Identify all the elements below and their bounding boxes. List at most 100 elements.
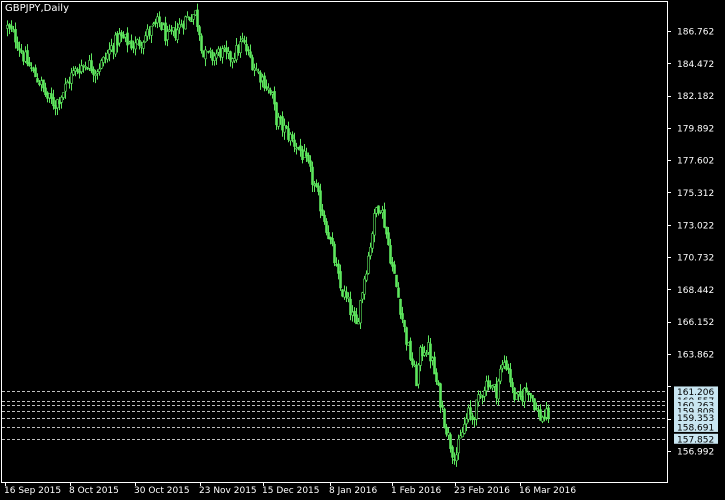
bull-candle [475,399,478,420]
bull-candle [455,454,458,462]
bear-candle [10,25,13,30]
bull-candle [66,81,69,84]
bull-candle [74,68,77,72]
bull-candle [72,70,75,75]
y-tick-label: 156.992 [677,447,714,457]
bull-candle [255,69,258,71]
bull-candle [194,10,197,16]
bull-candle [102,57,105,63]
bear-candle [401,313,404,320]
bear-candle [433,356,436,375]
bear-candle [116,33,119,46]
bull-candle [110,45,113,51]
bull-candle [144,35,147,43]
bull-candle [140,46,143,48]
bear-candle [399,299,402,315]
bull-candle [88,60,91,69]
chart-window[interactable]: GBPJPY,Daily 186.762 184.472 182.182 179.89… [0,0,725,500]
bear-candle [20,50,23,53]
bear-candle [158,16,161,22]
y-tick-label: 173.022 [677,221,714,231]
bear-candle [34,67,37,78]
bear-candle [243,40,246,43]
bull-candle [152,23,155,26]
bull-candle [363,278,366,295]
bear-candle [529,392,532,396]
bear-candle [86,67,89,70]
bull-candle [172,27,175,32]
bull-candle [108,49,111,55]
bear-candle [225,47,228,53]
bear-candle [333,243,336,264]
bull-candle [277,117,280,127]
bear-candle [18,48,21,51]
bull-candle [499,368,502,382]
bull-candle [497,380,500,400]
bull-candle [156,16,159,24]
bull-candle [365,273,368,281]
bull-candle [425,353,428,355]
bull-candle [221,48,224,58]
bear-candle [202,50,205,58]
bear-candle [263,75,266,89]
bear-candle [36,78,39,83]
x-tick-label: 23 Feb 2016 [454,486,510,496]
bull-candle [150,25,153,36]
bear-candle [126,32,129,46]
bear-candle [525,387,528,392]
bear-candle [519,390,522,397]
x-tick-label: 16 Sep 2015 [4,486,61,496]
bear-candle [309,160,312,167]
bull-candle [128,42,131,44]
bear-candle [229,51,232,61]
x-tick-label: 23 Nov 2015 [199,486,257,496]
bear-candle [28,62,31,67]
bear-candle [339,271,342,289]
bear-candle [132,46,135,48]
bull-candle [94,73,97,76]
bear-candle [170,29,173,32]
bull-candle [359,300,362,324]
bull-candle [60,96,63,103]
bear-candle [138,40,141,47]
bear-candle [207,51,210,53]
price-chart[interactable]: 186.762 184.472 182.182 179.892 177.602 175.3… [0,0,725,500]
bear-candle [397,287,400,298]
bear-candle [211,51,214,61]
y-tick-label: 175.312 [677,189,714,199]
bull-candle [142,42,145,49]
y-tick-label: 186.762 [677,28,714,38]
bull-candle [176,29,179,40]
bull-candle [231,58,234,63]
bull-candle [192,14,195,20]
bear-candle [174,28,177,39]
bull-candle [253,67,256,71]
x-tick-label: 8 Jan 2016 [329,486,377,496]
bull-candle [100,60,103,69]
bull-candle [184,16,187,30]
bear-candle [14,28,17,43]
bear-candle [122,35,125,39]
bear-candle [395,274,398,287]
bear-candle [188,17,191,21]
bear-candle [249,51,252,58]
bull-candle [168,29,171,32]
bear-candle [104,57,107,60]
bear-candle [68,81,71,84]
bear-candle [16,41,19,49]
level-price-label: 158.691 [677,423,714,433]
x-tick-label: 15 Dec 2015 [262,486,320,496]
bull-candle [96,71,99,74]
bear-candle [345,291,348,298]
bull-candle [62,92,65,98]
bear-candle [325,221,328,233]
bear-candle [112,45,115,53]
y-tick-label: 182.182 [677,92,714,102]
bear-candle [164,22,167,42]
bull-candle [417,364,420,385]
x-tick-label: 16 Mar 2016 [519,486,576,496]
bear-candle [403,320,406,327]
bear-candle [441,405,444,408]
bull-candle [106,52,109,60]
bear-candle [451,446,454,458]
